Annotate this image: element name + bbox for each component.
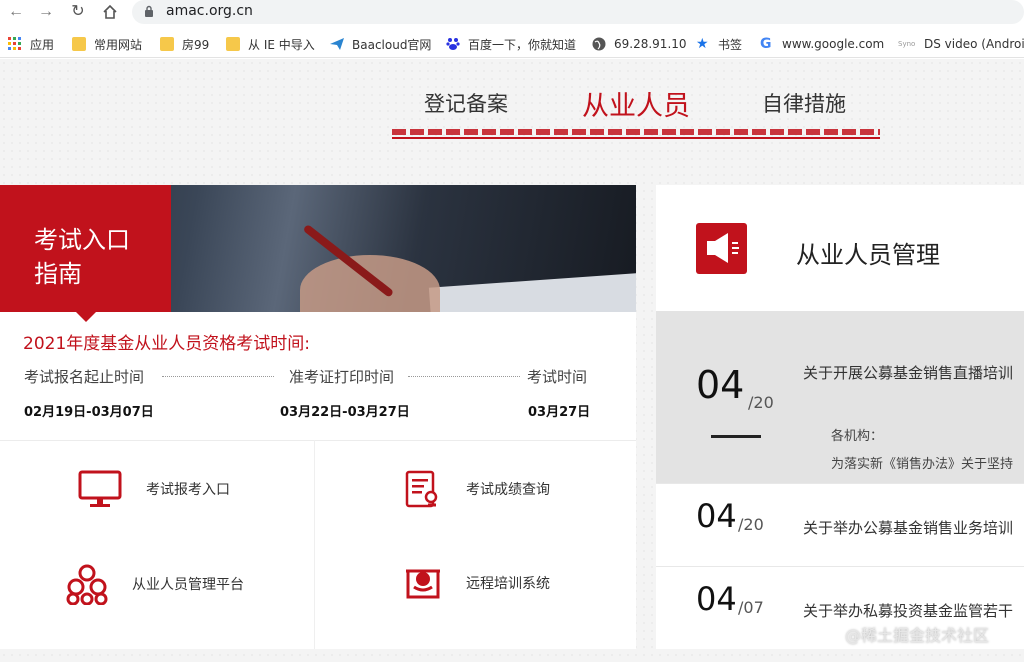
folder-icon <box>226 37 240 51</box>
exam-panel: 考试入口 指南 2021年度基金从业人员资格考试时间: 考试报名起止时间 准考证… <box>0 185 636 649</box>
bookmark-label: Baacloud官网 <box>352 37 432 52</box>
schedule-col-registration: 考试报名起止时间 <box>24 368 145 386</box>
news-date-month: /20 <box>748 393 774 412</box>
exam-guide-banner[interactable]: 考试入口 指南 <box>0 185 171 312</box>
nav-decorative-line <box>392 129 880 135</box>
nav-item-self-discipline[interactable]: 自律措施 <box>762 88 846 118</box>
news-date-month: /07 <box>738 598 764 617</box>
url-text: amac.org.cn <box>166 3 253 19</box>
news-title[interactable]: 关于举办私募投资基金监管若干 <box>803 600 1013 621</box>
bookmark-folder[interactable]: 房99 <box>160 35 209 53</box>
schedule-col-exam: 考试时间 <box>527 368 588 386</box>
bookmark-folder[interactable]: 常用网站 <box>72 35 142 53</box>
bookmark-baacloud[interactable]: Baacloud官网 <box>330 35 431 53</box>
reload-icon[interactable]: ↻ <box>68 2 88 22</box>
globe-icon <box>592 37 606 51</box>
bookmark-label: 书签 <box>718 37 743 52</box>
bookmark-folder[interactable]: 从 IE 中导入 <box>226 35 315 53</box>
schedule-col-admission: 准考证打印时间 <box>289 368 395 386</box>
bookmark-star[interactable]: ★ 书签 <box>696 35 742 53</box>
bookmarks-bar: 应用 常用网站 房99 从 IE 中导入 Baacloud官网 百度一下，你就知… <box>0 28 1024 58</box>
news-excerpt: 各机构： <box>831 429 884 444</box>
people-group-icon <box>66 564 108 605</box>
address-bar[interactable]: amac.org.cn <box>132 0 1024 24</box>
exam-register-link[interactable]: 考试报考入口 <box>78 469 230 509</box>
bookmark-baidu[interactable]: 百度一下，你就知道 <box>446 35 576 53</box>
document-search-icon <box>405 470 438 508</box>
remote-training-icon <box>406 569 440 599</box>
news-date-day: 04 <box>696 497 737 535</box>
divider <box>0 440 636 441</box>
banner-line-1: 考试入口 <box>34 226 130 254</box>
google-g-icon: G <box>760 36 772 52</box>
bookmark-label: 从 IE 中导入 <box>248 37 315 52</box>
news-date-month: /20 <box>738 515 764 534</box>
entry-label: 考试成绩查询 <box>466 482 550 498</box>
remote-training-link[interactable]: 远程培训系统 <box>404 563 550 603</box>
news-title[interactable]: 关于开展公募基金销售直播培训 <box>803 362 1013 383</box>
news-excerpt: 为落实新《销售办法》关于坚持 <box>831 457 1014 472</box>
news-date-day: 04 <box>696 580 737 618</box>
schedule-date-registration: 02月19日-03月07日 <box>24 405 154 420</box>
divider <box>656 566 1024 567</box>
watermark: @稀土掘金技术社区 <box>845 626 990 645</box>
baidu-paw-icon <box>446 37 460 51</box>
monitor-icon <box>78 470 122 507</box>
schedule-date-exam: 03月27日 <box>528 405 591 420</box>
bookmark-label: 房99 <box>182 37 210 52</box>
lock-icon <box>145 5 153 17</box>
news-title[interactable]: 关于举办公募基金销售业务培训 <box>803 517 1013 538</box>
bookmark-label: www.google.com <box>782 37 885 51</box>
star-icon: ★ <box>696 36 709 52</box>
bookmark-label: 常用网站 <box>94 37 143 52</box>
exam-schedule-title: 2021年度基金从业人员资格考试时间: <box>23 334 310 354</box>
featured-indicator <box>711 435 761 438</box>
megaphone-icon <box>696 223 747 274</box>
bookmark-ip[interactable]: 69.28.91.10 <box>592 35 687 53</box>
nav-item-practitioners[interactable]: 从业人员 <box>582 84 690 123</box>
divider <box>314 440 315 649</box>
synology-icon: Syno <box>898 40 916 48</box>
apps-grid-icon <box>8 37 22 51</box>
entry-label: 远程培训系统 <box>466 576 550 592</box>
browser-toolbar: ← → ↻ amac.org.cn <box>0 0 1024 26</box>
practitioner-news-panel: 从业人员管理 04 /20 关于开展公募基金销售直播培训 各机构： 为落实新《销… <box>656 185 1024 649</box>
bookmark-label: 应用 <box>30 37 55 52</box>
home-icon[interactable] <box>100 2 120 22</box>
news-section-title: 从业人员管理 <box>796 241 940 269</box>
news-item-featured[interactable]: 04 /20 关于开展公募基金销售直播培训 各机构： 为落实新《销售办法》关于坚… <box>656 311 1024 483</box>
nav-underline <box>392 137 880 139</box>
dotted-divider <box>408 376 520 377</box>
divider <box>656 483 1024 484</box>
bookmark-label: 69.28.91.10 <box>614 37 687 51</box>
exam-score-link[interactable]: 考试成绩查询 <box>404 469 550 509</box>
bookmark-label: 百度一下，你就知道 <box>468 37 577 52</box>
page-content: 登记备案 从业人员 自律措施 考试入口 指南 2021年度基金从业人员资格考试时… <box>0 59 1024 662</box>
banner-line-2: 指南 <box>34 260 82 288</box>
folder-icon <box>72 37 86 51</box>
schedule-date-admission: 03月22日-03月27日 <box>280 405 410 420</box>
bookmark-ds-video[interactable]: Syno DS video (Androi... <box>898 35 1024 53</box>
back-arrow-icon[interactable]: ← <box>6 2 26 22</box>
bookmark-apps[interactable]: 应用 <box>8 35 54 53</box>
bookmark-google[interactable]: G www.google.com <box>760 35 884 53</box>
practitioner-platform-link[interactable]: 从业人员管理平台 <box>64 563 244 605</box>
banner-pointer <box>76 312 96 322</box>
news-date-day: 04 <box>696 363 745 407</box>
entry-label: 考试报考入口 <box>146 482 230 498</box>
bookmark-label: DS video (Androi... <box>924 37 1024 51</box>
folder-icon <box>160 37 174 51</box>
nav-item-registration[interactable]: 登记备案 <box>424 88 508 118</box>
paper-plane-icon <box>330 37 344 51</box>
entry-label: 从业人员管理平台 <box>132 577 244 593</box>
forward-arrow-icon[interactable]: → <box>36 2 56 22</box>
dotted-divider <box>162 376 274 377</box>
